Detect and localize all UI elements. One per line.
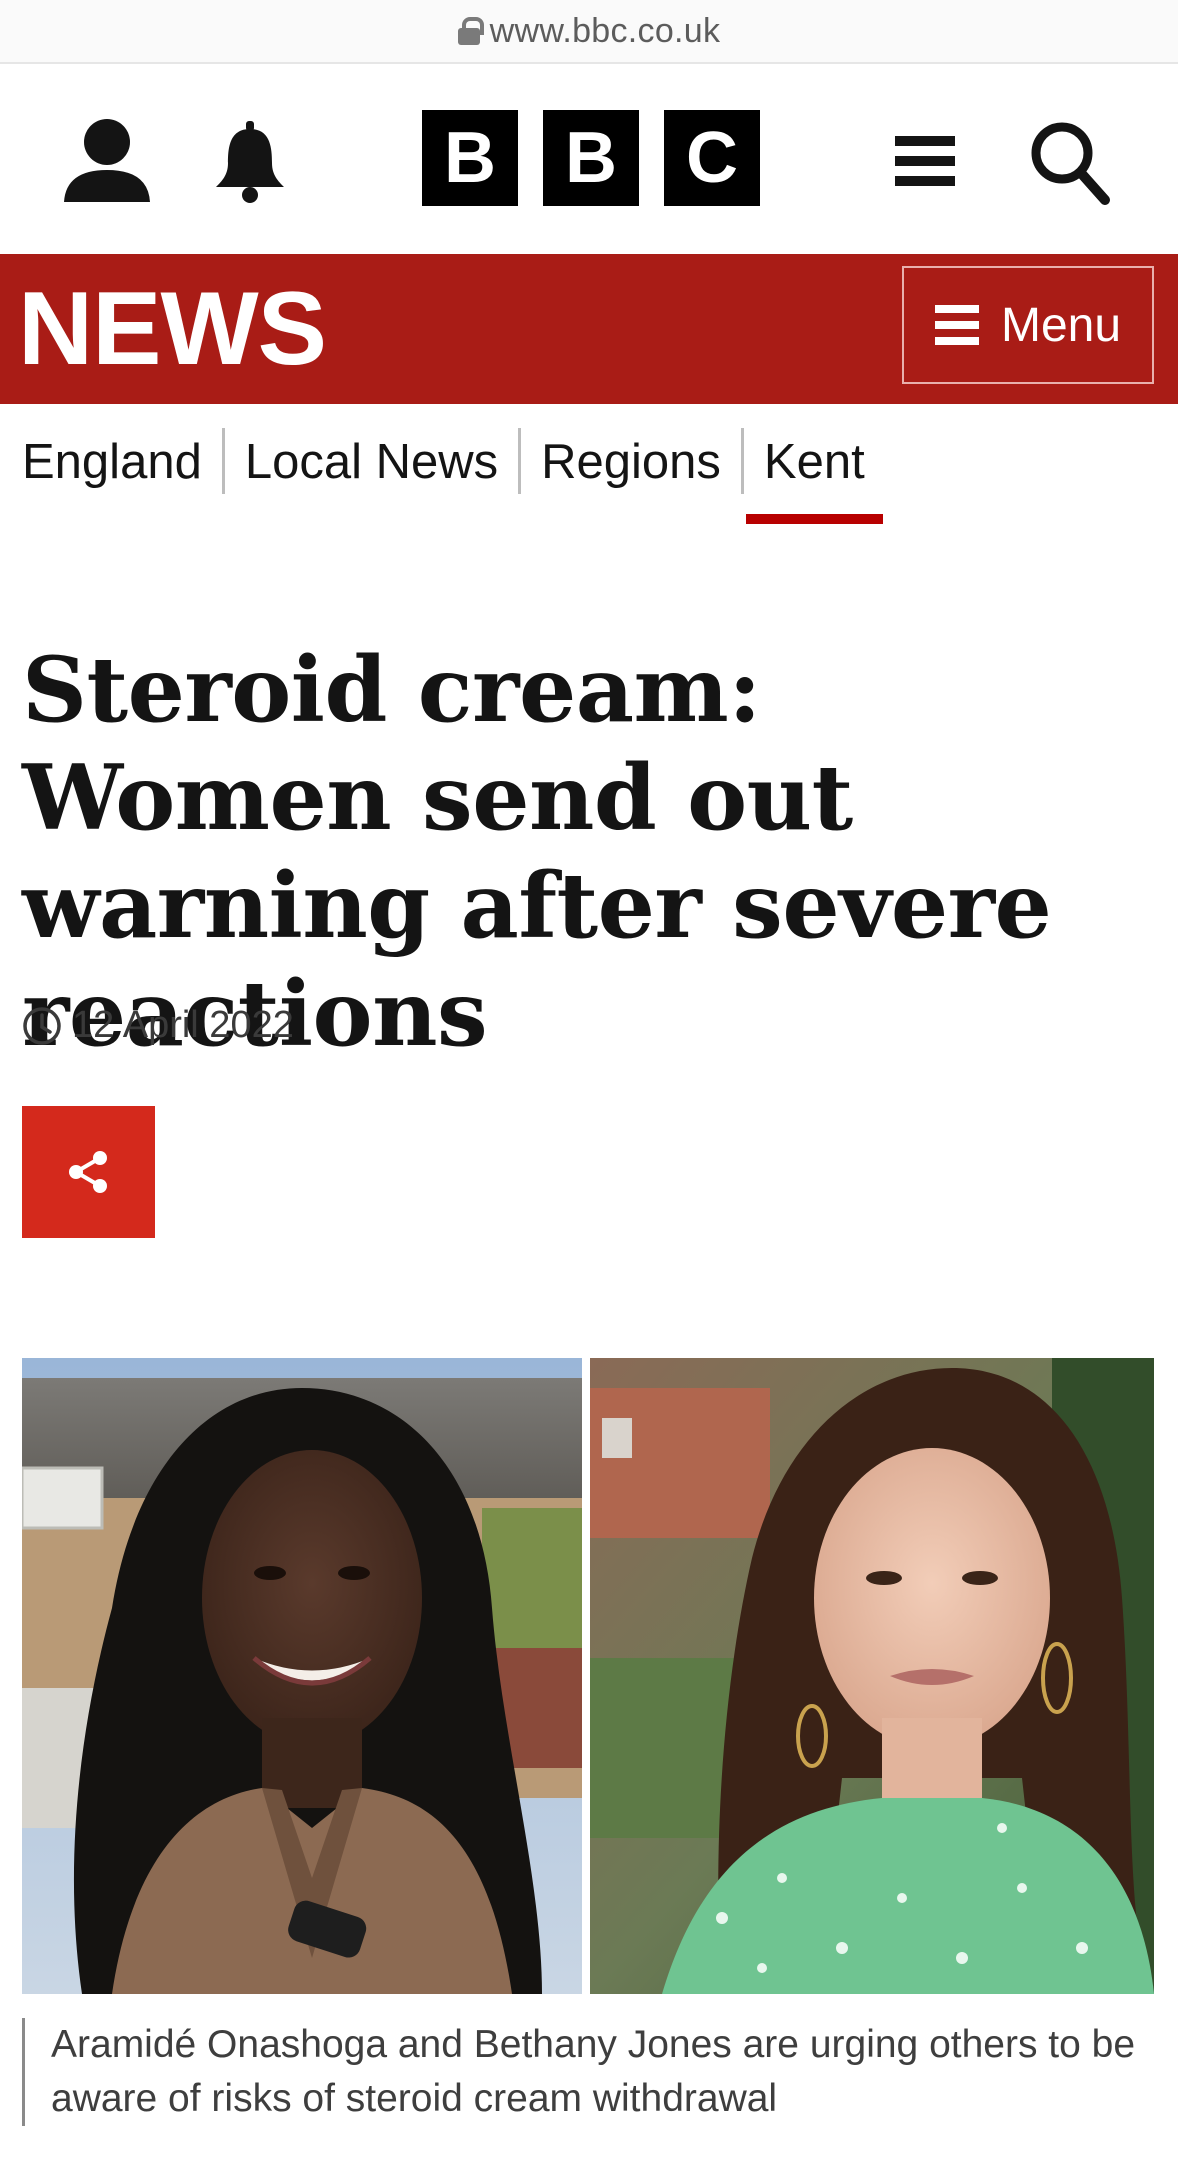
nav-item-england[interactable]: England (0, 432, 222, 504)
news-brand-title[interactable]: NEWS (18, 270, 327, 389)
news-menu-label: Menu (1000, 298, 1122, 352)
browser-url-bar[interactable]: www.bbc.co.uk (0, 0, 1178, 64)
clock-icon (23, 1006, 61, 1045)
article-photo (22, 1358, 1154, 1994)
notifications-icon[interactable] (210, 119, 290, 204)
share-icon (68, 1151, 107, 1193)
search-icon[interactable] (1028, 119, 1110, 205)
nav-item-kent[interactable]: Kent (744, 432, 885, 524)
account-icon[interactable] (62, 114, 152, 204)
nav-item-local-news[interactable]: Local News (225, 432, 518, 504)
section-navigation: England Local News Regions Kent (0, 404, 1178, 524)
bbc-logo-block: B (422, 110, 518, 206)
share-button[interactable] (22, 1106, 155, 1238)
article-photo-illustration (22, 1358, 1154, 1994)
url-text: www.bbc.co.uk (489, 11, 721, 50)
article-date: 12 April 2022 (22, 1004, 294, 1047)
bbc-logo[interactable]: B B C (422, 110, 760, 206)
news-menu-button[interactable]: Menu (902, 266, 1154, 384)
nav-item-regions[interactable]: Regions (521, 432, 741, 504)
bbc-logo-block: C (664, 110, 760, 206)
bbc-logo-block: B (543, 110, 639, 206)
news-bar: NEWS Menu (0, 254, 1178, 404)
top-navigation: B B C (0, 64, 1178, 254)
menu-icon[interactable] (895, 136, 955, 190)
article-date-text: 12 April 2022 (72, 1004, 294, 1046)
menu-lines-icon (934, 305, 979, 345)
photo-caption: Aramidé Onashoga and Bethany Jones are u… (22, 2018, 1154, 2126)
lock-icon (457, 17, 484, 45)
